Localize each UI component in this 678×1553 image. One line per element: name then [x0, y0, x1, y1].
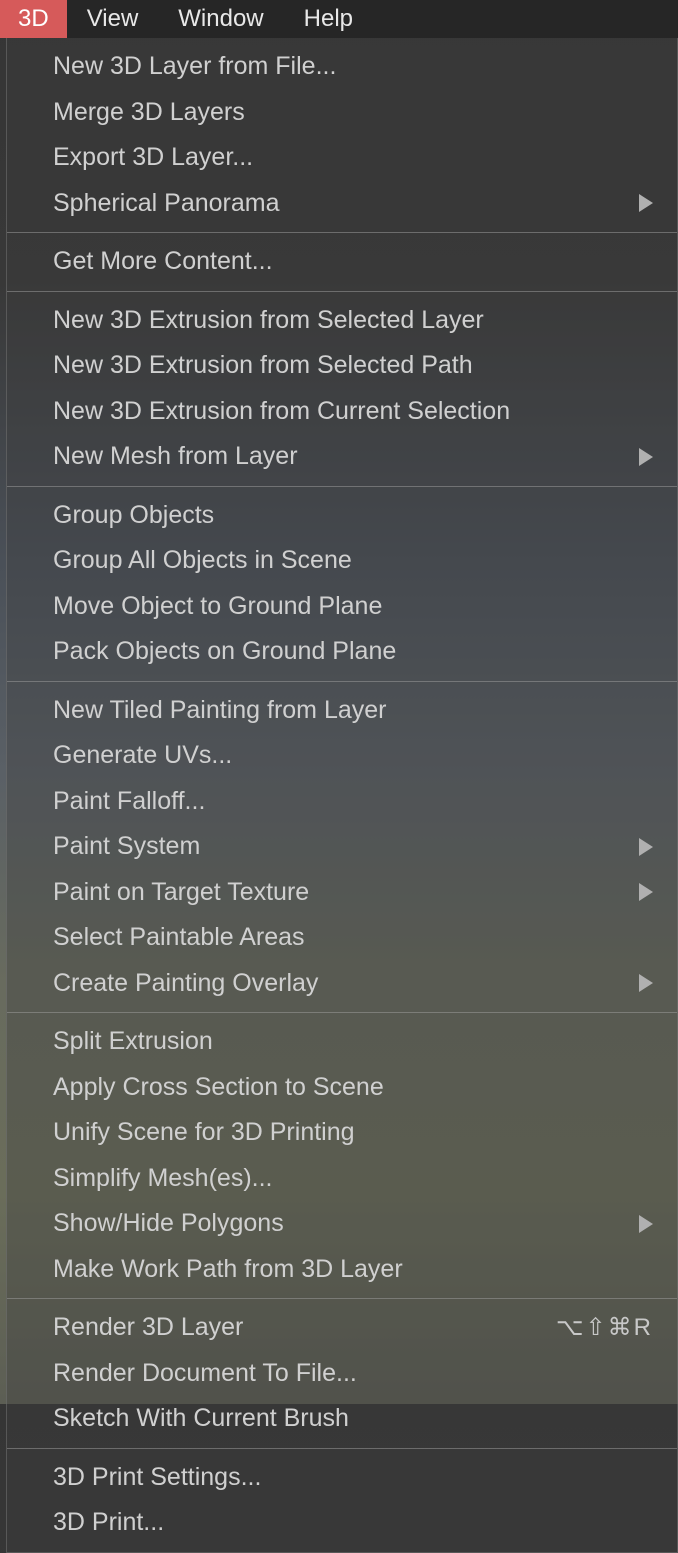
menu-item-label: New 3D Extrusion from Selected Path: [53, 347, 653, 385]
menu-item-render-3d-layer[interactable]: Render 3D Layer ⌥⇧⌘R: [7, 1305, 677, 1351]
menu-item-create-painting-overlay[interactable]: Create Painting Overlay: [7, 961, 677, 1007]
menu-item-new-3d-extrusion-from-current-selection[interactable]: New 3D Extrusion from Current Selection: [7, 389, 677, 435]
menu-item-shortcut: ⌥⇧⌘R: [556, 1310, 653, 1346]
menu-item-spherical-panorama[interactable]: Spherical Panorama: [7, 181, 677, 227]
menu-item-new-3d-extrusion-from-selected-path[interactable]: New 3D Extrusion from Selected Path: [7, 343, 677, 389]
menu-section: Get More Content...: [7, 232, 677, 291]
menu-item-label: Paint Falloff...: [53, 783, 653, 821]
menu-item-3d-print[interactable]: 3D Print...: [7, 1500, 677, 1546]
menu-item-label: Group Objects: [53, 497, 653, 535]
menu-item-label: Paint on Target Texture: [53, 874, 639, 912]
submenu-arrow-icon: [639, 1215, 653, 1233]
menubar-item-view[interactable]: View: [67, 0, 159, 38]
menu-item-paint-on-target-texture[interactable]: Paint on Target Texture: [7, 870, 677, 916]
menu-item-render-document-to-file[interactable]: Render Document To File...: [7, 1351, 677, 1397]
menu-item-label: Apply Cross Section to Scene: [53, 1069, 653, 1107]
menu-section: 3D Print Settings... 3D Print...: [7, 1448, 677, 1552]
menu-item-label: Spherical Panorama: [53, 185, 639, 223]
submenu-arrow-icon: [639, 883, 653, 901]
menubar-item-3d[interactable]: 3D: [0, 0, 67, 38]
menu-item-paint-falloff[interactable]: Paint Falloff...: [7, 779, 677, 825]
menu-section: New 3D Extrusion from Selected Layer New…: [7, 291, 677, 486]
menu-item-label: Create Painting Overlay: [53, 965, 639, 1003]
menu-item-export-3d-layer[interactable]: Export 3D Layer...: [7, 135, 677, 181]
menubar-item-window[interactable]: Window: [158, 0, 283, 38]
menu-item-label: 3D Print...: [53, 1504, 653, 1542]
menu-item-label: Select Paintable Areas: [53, 919, 653, 957]
menu-item-label: Render Document To File...: [53, 1355, 653, 1393]
menu-item-generate-uvs[interactable]: Generate UVs...: [7, 733, 677, 779]
menu-item-sketch-with-current-brush[interactable]: Sketch With Current Brush: [7, 1396, 677, 1442]
menu-item-simplify-meshes[interactable]: Simplify Mesh(es)...: [7, 1156, 677, 1202]
menu-item-apply-cross-section-to-scene[interactable]: Apply Cross Section to Scene: [7, 1065, 677, 1111]
menu-item-3d-print-settings[interactable]: 3D Print Settings...: [7, 1455, 677, 1501]
menu-item-label: Group All Objects in Scene: [53, 542, 653, 580]
submenu-arrow-icon: [639, 838, 653, 856]
menu-item-label: New 3D Layer from File...: [53, 48, 653, 86]
menu-item-label: Paint System: [53, 828, 639, 866]
menu-item-label: Pack Objects on Ground Plane: [53, 633, 653, 671]
menu-item-label: Show/Hide Polygons: [53, 1205, 639, 1243]
menu-item-new-3d-extrusion-from-selected-layer[interactable]: New 3D Extrusion from Selected Layer: [7, 298, 677, 344]
menu-item-make-work-path-from-3d-layer[interactable]: Make Work Path from 3D Layer: [7, 1247, 677, 1293]
menu-item-label: Split Extrusion: [53, 1023, 653, 1061]
menu-section: Render 3D Layer ⌥⇧⌘R Render Document To …: [7, 1298, 677, 1448]
menu-item-label: 3D Print Settings...: [53, 1459, 653, 1497]
menu-item-label: Sketch With Current Brush: [53, 1400, 653, 1438]
menu-item-label: Export 3D Layer...: [53, 139, 653, 177]
menu-item-show-hide-polygons[interactable]: Show/Hide Polygons: [7, 1201, 677, 1247]
menu-item-label: New 3D Extrusion from Selected Layer: [53, 302, 653, 340]
menu-item-merge-3d-layers[interactable]: Merge 3D Layers: [7, 90, 677, 136]
menu-item-label: Simplify Mesh(es)...: [53, 1160, 653, 1198]
submenu-arrow-icon: [639, 448, 653, 466]
menu-item-label: New 3D Extrusion from Current Selection: [53, 393, 653, 431]
menu-item-move-object-to-ground-plane[interactable]: Move Object to Ground Plane: [7, 584, 677, 630]
menu-item-group-all-objects-in-scene[interactable]: Group All Objects in Scene: [7, 538, 677, 584]
menu-item-new-3d-layer-from-file[interactable]: New 3D Layer from File...: [7, 44, 677, 90]
submenu-arrow-icon: [639, 194, 653, 212]
dropdown-menu-3d: New 3D Layer from File... Merge 3D Layer…: [6, 38, 678, 1553]
menu-item-group-objects[interactable]: Group Objects: [7, 493, 677, 539]
menu-item-label: Generate UVs...: [53, 737, 653, 775]
menu-item-new-mesh-from-layer[interactable]: New Mesh from Layer: [7, 434, 677, 480]
menu-item-label: Render 3D Layer: [53, 1309, 556, 1347]
menu-item-get-more-content[interactable]: Get More Content...: [7, 239, 677, 285]
menu-item-unify-scene-for-3d-printing[interactable]: Unify Scene for 3D Printing: [7, 1110, 677, 1156]
menu-item-pack-objects-on-ground-plane[interactable]: Pack Objects on Ground Plane: [7, 629, 677, 675]
menu-item-label: New Mesh from Layer: [53, 438, 639, 476]
submenu-arrow-icon: [639, 974, 653, 992]
menu-item-label: Get More Content...: [53, 243, 653, 281]
menu-section: New 3D Layer from File... Merge 3D Layer…: [7, 38, 677, 232]
menubar-item-help[interactable]: Help: [284, 0, 373, 38]
menu-item-label: Merge 3D Layers: [53, 94, 653, 132]
menu-item-label: New Tiled Painting from Layer: [53, 692, 653, 730]
menu-item-label: Make Work Path from 3D Layer: [53, 1251, 653, 1289]
menu-item-paint-system[interactable]: Paint System: [7, 824, 677, 870]
menu-section: Group Objects Group All Objects in Scene…: [7, 486, 677, 681]
menu-item-split-extrusion[interactable]: Split Extrusion: [7, 1019, 677, 1065]
menu-item-select-paintable-areas[interactable]: Select Paintable Areas: [7, 915, 677, 961]
menu-section: New Tiled Painting from Layer Generate U…: [7, 681, 677, 1013]
menu-item-label: Move Object to Ground Plane: [53, 588, 653, 626]
menubar: 3D View Window Help: [0, 0, 678, 38]
menu-section: Split Extrusion Apply Cross Section to S…: [7, 1012, 677, 1298]
menu-item-new-tiled-painting-from-layer[interactable]: New Tiled Painting from Layer: [7, 688, 677, 734]
menu-item-label: Unify Scene for 3D Printing: [53, 1114, 653, 1152]
